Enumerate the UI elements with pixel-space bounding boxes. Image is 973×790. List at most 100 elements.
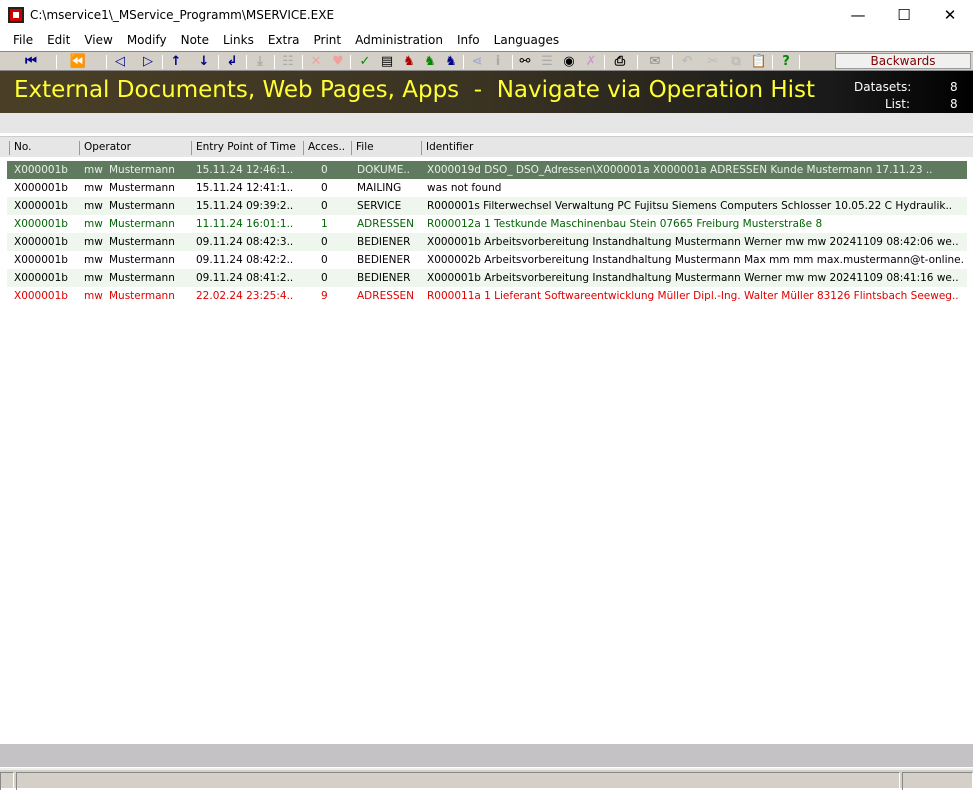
menu-file[interactable]: File (6, 33, 40, 47)
cell-identifier: R000011a 1 Lieferant Softwareentwicklung… (427, 290, 959, 302)
menu-print[interactable]: Print (307, 33, 349, 47)
table-row[interactable]: X000001b mw Mustermann 15.11.24 12:46:1.. 0 D… (7, 161, 967, 179)
column-header-operator[interactable]: Operator (79, 141, 189, 155)
column-header-time[interactable]: Entry Point of Time (191, 141, 301, 155)
cell-identifier: X000001b Arbeitsvorbereitung Instandhalt… (427, 272, 959, 284)
arrow-down-icon[interactable]: ↓ (194, 53, 214, 70)
cell-no: X000001b (14, 164, 68, 176)
status-panel-2 (16, 772, 900, 790)
bottom-panel (0, 744, 973, 767)
cell-access: 0 (321, 182, 328, 194)
cell-op-short: mw (84, 272, 103, 284)
printer-icon[interactable]: ⎙ (610, 53, 630, 70)
heart-icon[interactable]: ♥ (328, 53, 348, 70)
table-row[interactable]: X000001b mw Mustermann 15.11.24 12:41:1.. 0 M… (7, 179, 967, 197)
column-header-file[interactable]: File (351, 141, 419, 155)
maximize-button[interactable]: ☐ (881, 0, 927, 30)
delete-icon[interactable]: ✕ (306, 53, 326, 70)
fast-back-icon[interactable]: ⏪ (68, 53, 88, 70)
cell-op-short: mw (84, 236, 103, 248)
hide-icon[interactable]: ✗ (581, 53, 601, 70)
cell-identifier: R000001s Filterwechsel Verwaltung PC Fuj… (427, 200, 953, 212)
list-icon[interactable]: ☰ (537, 53, 557, 70)
cell-identifier: X000002b Arbeitsvorbereitung Instandhalt… (427, 254, 965, 266)
cell-time: 15.11.24 09:39:2.. (196, 200, 294, 212)
cell-no: X000001b (14, 200, 68, 212)
table-row[interactable]: X000001b mw Mustermann 11.11.24 16:01:1.. 1 A… (7, 215, 967, 233)
cell-access: 9 (321, 290, 328, 302)
table-row[interactable]: X000001b mw Mustermann 09.11.24 08:42:3.. 0 B… (7, 233, 967, 251)
cell-op-short: mw (84, 218, 103, 230)
column-header-access[interactable]: Acces.. (303, 141, 349, 155)
info-icon[interactable]: i (488, 53, 508, 70)
status-panel-1 (0, 772, 14, 790)
help-icon[interactable]: ? (776, 53, 796, 70)
cell-op-short: mw (84, 290, 103, 302)
table-row[interactable]: X000001b mw Mustermann 22.02.24 23:25:4.. 9 A… (7, 287, 967, 305)
table-row[interactable]: X000001b mw Mustermann 09.11.24 08:42:2.. 0 B… (7, 251, 967, 269)
menu-info[interactable]: Info (450, 33, 487, 47)
menu-view[interactable]: View (77, 33, 119, 47)
tree-icon[interactable]: ☷ (278, 53, 298, 70)
menu-edit[interactable]: Edit (40, 33, 77, 47)
menu-administration[interactable]: Administration (348, 33, 450, 47)
cell-op: Mustermann (109, 182, 175, 194)
menu-links[interactable]: Links (216, 33, 261, 47)
cell-file: ADRESSEN (357, 290, 415, 302)
cell-op: Mustermann (109, 236, 175, 248)
table-row[interactable]: X000001b mw Mustermann 15.11.24 09:39:2.. 0 S… (7, 197, 967, 215)
undo-icon[interactable]: ↶ (677, 53, 697, 70)
minimize-button[interactable]: — (835, 0, 881, 30)
cell-no: X000001b (14, 182, 68, 194)
binoculars-icon[interactable]: ⚯ (515, 53, 535, 70)
cell-time: 09.11.24 08:42:3.. (196, 236, 294, 248)
cell-time: 22.02.24 23:25:4.. (196, 290, 294, 302)
list-label: List: (885, 97, 911, 111)
close-button[interactable]: ✕ (927, 0, 973, 30)
cell-no: X000001b (14, 272, 68, 284)
window-title: C:\mservice1\_MService_Programm\MSERVICE… (30, 8, 335, 22)
share-icon[interactable]: ⋖ (467, 53, 487, 70)
blue-squirrel-icon[interactable]: ♞ (441, 53, 461, 70)
mail-icon[interactable]: ✉ (645, 53, 665, 70)
cell-file: ADRESSEN (357, 218, 415, 230)
return-icon[interactable]: ↲ (222, 53, 242, 70)
cell-no: X000001b (14, 254, 68, 266)
menu-extra[interactable]: Extra (261, 33, 307, 47)
copy-icon[interactable]: ⧉ (726, 53, 746, 70)
cell-no: X000001b (14, 290, 68, 302)
menu-note[interactable]: Note (174, 33, 216, 47)
red-squirrel-icon[interactable]: ♞ (399, 53, 419, 70)
cell-file: BEDIENER (357, 254, 411, 266)
cell-identifier: X000019d DSO_ DSO_Adressen\X000001a X000… (427, 164, 933, 176)
eye-icon[interactable]: ◉ (559, 53, 579, 70)
menu-bar: File Edit View Modify Note Links Extra P… (0, 30, 973, 50)
arrow-up-icon[interactable]: ↑ (166, 53, 186, 70)
cell-file: DOKUME.. (357, 164, 411, 176)
column-header-no[interactable]: No. (9, 141, 77, 155)
menu-modify[interactable]: Modify (120, 33, 174, 47)
first-record-icon[interactable]: ⏮ (20, 53, 42, 70)
import-icon[interactable]: ⤓ (250, 53, 270, 70)
status-bar (0, 768, 973, 790)
cell-op-short: mw (84, 200, 103, 212)
page-title: External Documents, Web Pages, Apps - Na… (14, 77, 816, 103)
menu-languages[interactable]: Languages (487, 33, 566, 47)
next-icon[interactable]: ▷ (138, 53, 158, 70)
cell-op: Mustermann (109, 254, 175, 266)
check-icon[interactable]: ✓ (355, 53, 375, 70)
column-header-identifier[interactable]: Identifier (421, 141, 961, 155)
green-squirrel-icon[interactable]: ♞ (420, 53, 440, 70)
cell-access: 0 (321, 200, 328, 212)
table-row[interactable]: X000001b mw Mustermann 09.11.24 08:41:2.. 0 B… (7, 269, 967, 287)
note-icon[interactable]: ▤ (377, 53, 397, 70)
cut-icon[interactable]: ✂ (703, 53, 723, 70)
backwards-button[interactable]: Backwards (835, 53, 971, 69)
list-count: 8 (950, 97, 958, 111)
table-header: No. Operator Entry Point of Time Acces..… (0, 136, 973, 157)
previous-icon[interactable]: ◁ (110, 53, 130, 70)
cell-access: 0 (321, 164, 328, 176)
cell-time: 15.11.24 12:46:1.. (196, 164, 294, 176)
paste-icon[interactable]: 📋 (749, 53, 769, 70)
cell-no: X000001b (14, 236, 68, 248)
